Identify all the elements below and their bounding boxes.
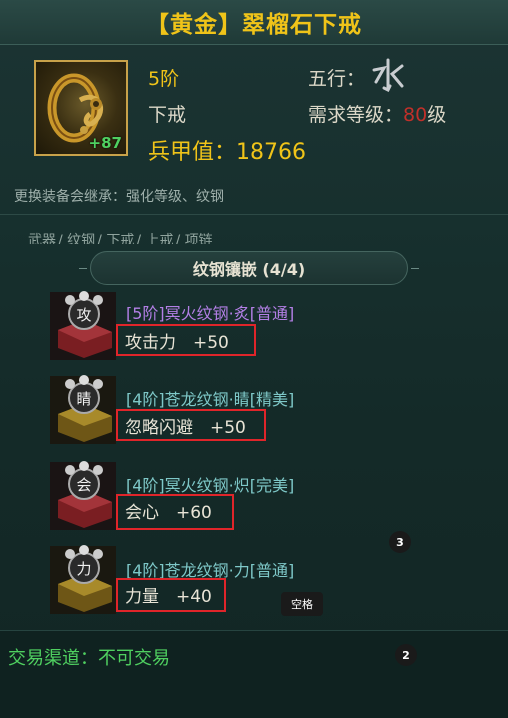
gem-glyph: 睛 [76, 390, 91, 408]
item-tier: 5阶 [148, 68, 180, 90]
divider [0, 214, 508, 215]
enhance-level: +87 [88, 134, 122, 152]
gold-gem-icon: 力 [50, 545, 116, 614]
level-value: 80 [403, 104, 428, 126]
level-label: 需求等级： [308, 104, 404, 126]
gem-name: [5阶]冥火纹钢·炙[普通] [126, 304, 295, 323]
level-suffix: 级 [427, 104, 447, 126]
tab-necklace[interactable]: 项链 [185, 233, 213, 244]
inherit-note: 更换装备会继承：强化等级、纹钢 [14, 189, 224, 205]
trade-channel: 交易渠道：不可交易 [8, 648, 170, 669]
tab-weapon[interactable]: 武器 [28, 233, 56, 244]
level-requirement: 需求等级：80级 [308, 100, 446, 127]
gem-name: [4阶]苍龙纹钢·睛[精美] [126, 390, 295, 409]
red-gem-icon: 攻 [50, 291, 116, 360]
gem-glyph: 会 [76, 476, 91, 494]
highlight-box [116, 324, 256, 356]
tab-upper-ring[interactable]: 上戒 [146, 233, 174, 244]
socket-section-header: 纹钢镶嵌 (4/4) [79, 251, 419, 285]
tab-gem[interactable]: 纹钢 [67, 233, 95, 244]
water-glyph-icon [372, 58, 404, 92]
red-gem-icon: 会 [50, 461, 116, 530]
gem-name: [4阶]冥火纹钢·炽[完美] [126, 476, 295, 495]
armor-value: 兵甲值：18766 [148, 140, 306, 165]
slot-tabs: 武器 / 纹钢 / 下戒 / 上戒 / 项链 [28, 226, 215, 244]
step-badge-3: 3 [389, 531, 411, 553]
section-title: 纹钢镶嵌 (4/4) [192, 260, 306, 279]
ring-item-icon[interactable]: +87 [34, 60, 128, 156]
highlight-box [116, 494, 234, 530]
item-slot: 下戒 [148, 104, 187, 126]
tab-lower-ring[interactable]: 下戒 [106, 233, 134, 244]
element-label: 五行： [308, 68, 366, 90]
item-title: 【黄金】翠榴石下戒 [146, 12, 362, 38]
gold-gem-icon: 睛 [50, 375, 116, 444]
title-bar: 【黄金】翠榴石下戒 [0, 0, 508, 45]
step-badge-2: 2 [395, 644, 417, 666]
gem-glyph: 攻 [76, 306, 91, 324]
space-key-tooltip: 空格 [281, 592, 323, 616]
item-tooltip: 【黄金】翠榴石下戒 +87 5阶 下戒 兵甲值：18766 五行： 需求等级：8… [0, 0, 508, 718]
highlight-box [116, 409, 266, 441]
highlight-box [116, 578, 226, 612]
gem-glyph: 力 [76, 560, 91, 578]
